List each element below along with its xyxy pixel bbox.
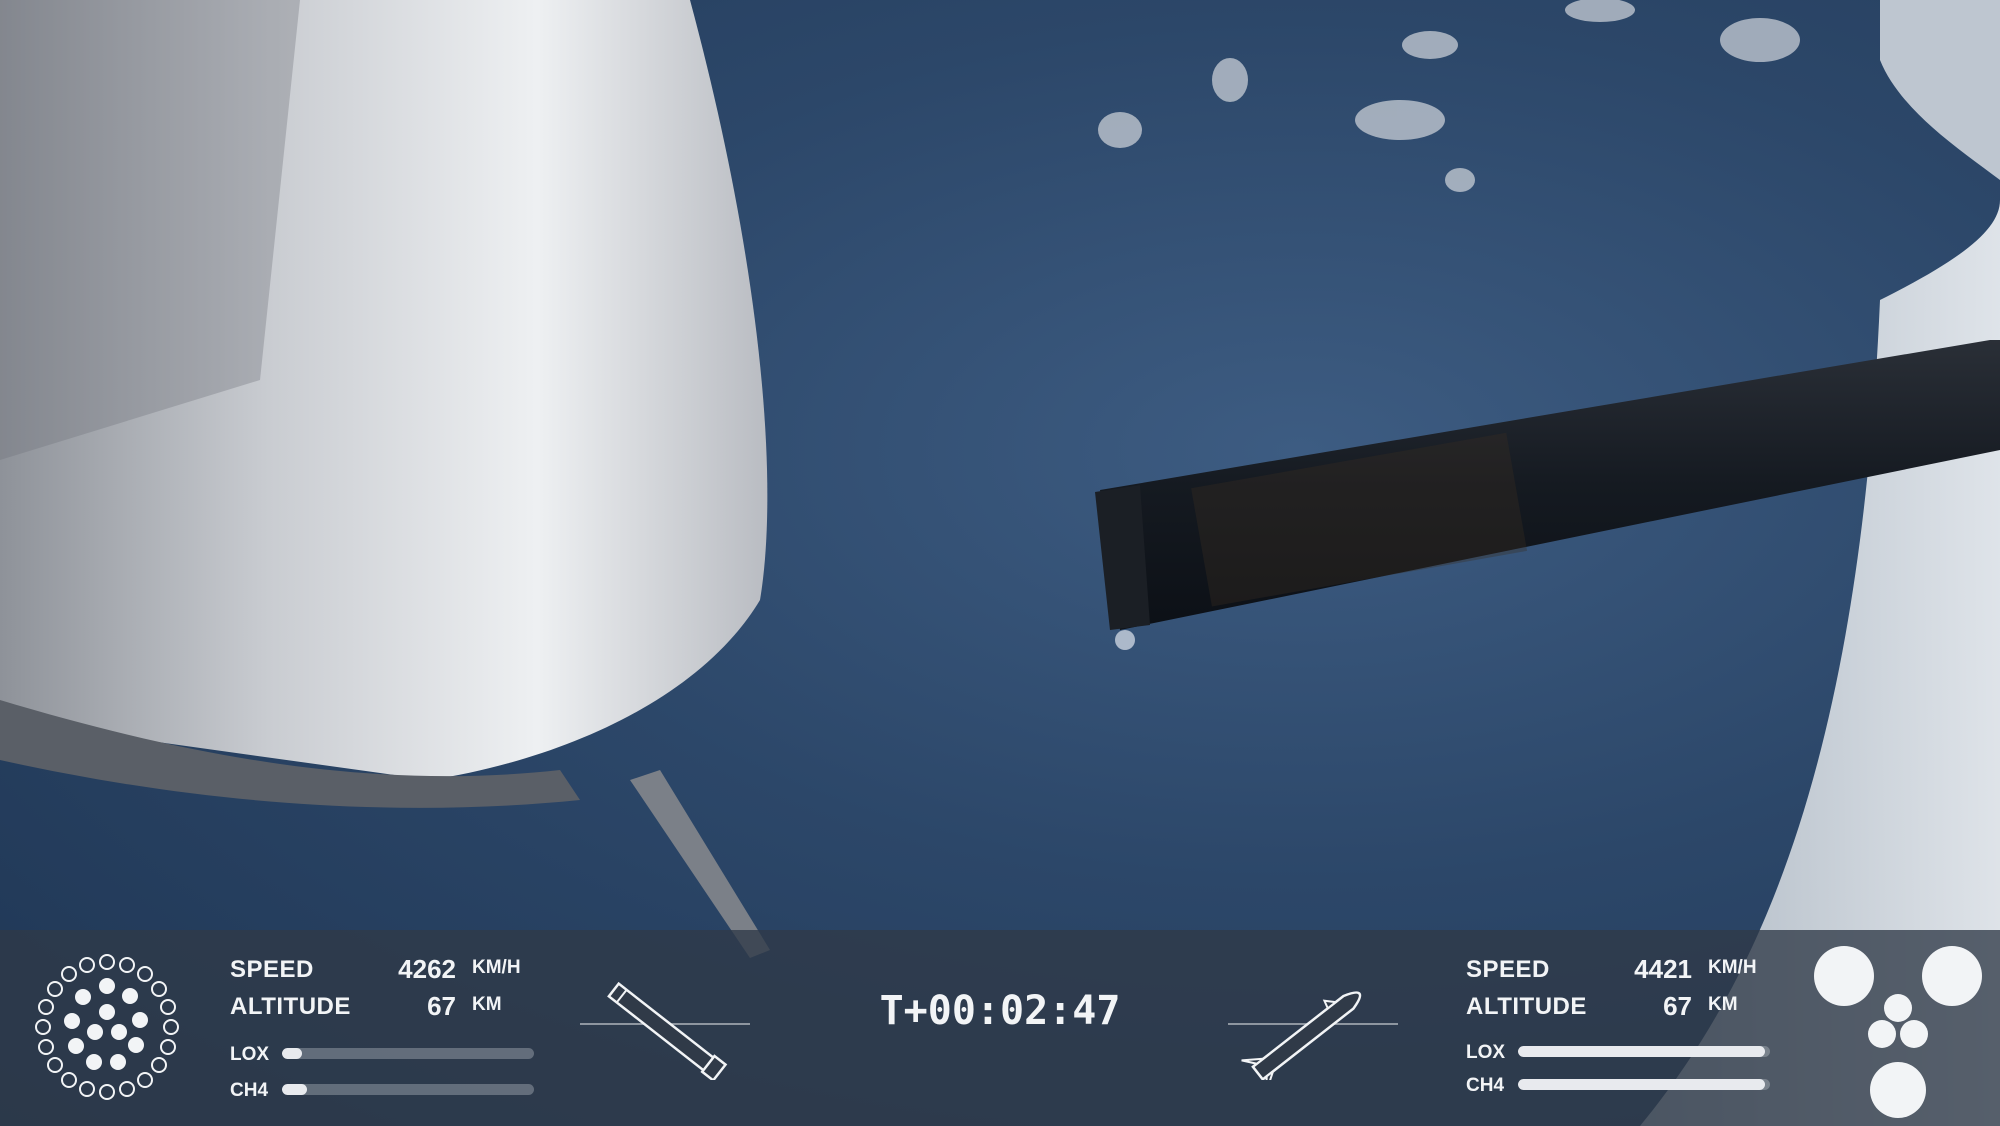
booster-lox-label: LOX <box>230 1044 270 1065</box>
booster-altitude-label: ALTITUDE <box>230 993 351 1020</box>
booster-silhouette-icon <box>580 981 750 1080</box>
ship-altitude-label: ALTITUDE <box>1466 993 1587 1020</box>
ship-speed-value: 4421 <box>1634 954 1692 984</box>
ship-speed-unit: KM/H <box>1708 957 1757 978</box>
ship-ch4-fill <box>1518 1079 1765 1090</box>
booster-engine-cluster-icon <box>35 954 179 1100</box>
ship-lox-label: LOX <box>1466 1042 1506 1063</box>
earth-clouds-top <box>1880 0 2000 180</box>
booster-ch4-label: CH4 <box>230 1080 269 1101</box>
booster-altitude-unit: KM <box>472 994 502 1015</box>
ship-engine-cluster-icon <box>1814 946 1982 1118</box>
ship-altitude-unit: KM <box>1708 994 1738 1015</box>
scattered-clouds <box>1098 0 1800 192</box>
ship-speed-label: SPEED <box>1466 956 1550 983</box>
booster-ch4-fill <box>282 1084 308 1095</box>
ship-altitude-value: 67 <box>1663 991 1692 1021</box>
ship-ch4-gauge <box>1518 1079 1770 1090</box>
ship-lox-fill <box>1518 1046 1765 1057</box>
telemetry-hud: SPEED 4262 KM/H ALTITUDE 67 KM LOX CH4 T… <box>0 930 2000 1126</box>
booster-ch4-gauge <box>282 1084 534 1095</box>
booster-speed-unit: KM/H <box>472 957 521 978</box>
ship-lox-gauge <box>1518 1046 1770 1057</box>
ship-ch4-label: CH4 <box>1466 1075 1505 1096</box>
mission-clock: T+00:02:47 <box>879 988 1121 1034</box>
booster-speed-value: 4262 <box>398 954 456 984</box>
booster-speed-label: SPEED <box>230 956 314 983</box>
ship-silhouette-icon <box>1228 991 1398 1080</box>
booster-lox-gauge <box>282 1048 534 1059</box>
booster-altitude-value: 67 <box>427 991 456 1021</box>
booster-lox-fill <box>282 1048 303 1059</box>
